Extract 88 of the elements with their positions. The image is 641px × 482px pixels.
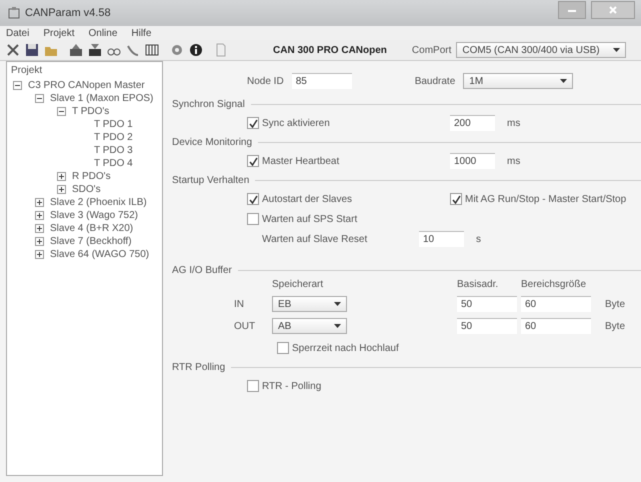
expander[interactable] [35,211,44,220]
unit-label: Byte [605,320,626,332]
tree-item[interactable]: T PDO 4 [94,158,133,169]
interval-field[interactable]: 1000 [450,153,495,169]
memory-type-dropdown[interactable]: EB [272,296,347,312]
tree-item[interactable]: Slave 1 (Maxon EPOS) [50,93,154,104]
area-size-field[interactable]: 60 [521,318,591,334]
expander[interactable] [35,224,44,233]
tree-item[interactable]: Slave 3 (Wago 752) [50,210,138,221]
section-title: Synchron Signal [172,98,245,110]
close-icon [608,5,618,15]
section-title: AG I/O Buffer [172,264,232,276]
reset-label: Warten auf Slave Reset [262,234,368,244]
info-icon[interactable] [189,43,203,57]
unit-label: ms [507,118,520,128]
caret-icon [334,324,341,328]
tree-item[interactable]: T PDO 1 [94,119,133,130]
memory-type-dropdown[interactable]: AB [272,318,347,334]
tree-item[interactable]: T PDO 3 [94,145,133,156]
download-icon[interactable] [88,43,102,57]
tree-item[interactable]: R PDO's [72,171,111,182]
unit-label: ms [507,156,520,166]
reset-field[interactable]: 10 [419,231,464,247]
section-title: Device Monitoring [172,136,252,148]
expander[interactable] [35,94,44,103]
tree-item[interactable]: T PDO 2 [94,132,133,143]
area-size-field[interactable]: 60 [521,296,591,312]
tree-item[interactable]: Slave 7 (Beckhoff) [50,236,132,247]
comport-dropdown[interactable]: COM5 (CAN 300/400 via USB) [456,42,626,58]
interval-field[interactable]: 200 [450,115,495,131]
tree-item[interactable]: Slave 64 (WAGO 750) [50,249,150,260]
caret-icon [613,48,620,52]
unit-label: Byte [605,298,626,310]
tree-item[interactable]: C3 PRO CANopen Master [28,80,145,91]
checkmark-icon [248,118,258,128]
unit-label: s [476,234,481,244]
expander[interactable] [57,172,66,181]
baudrate-label: Baudrate [414,76,456,86]
base-address-field[interactable]: 50 [457,296,517,312]
checkmark-icon [248,156,258,166]
menu-item[interactable]: Online [88,28,118,38]
menu-item[interactable]: Datei [6,28,30,38]
app-icon [8,7,20,19]
row-label: OUT [233,320,256,332]
menu-item[interactable]: Projekt [43,28,74,38]
device-name: CAN 300 PRO CANopen [273,44,387,56]
checkbox[interactable]: Sperrzeit nach Hochlauf [277,342,399,354]
column-header: Basisadr. [457,279,500,290]
expander[interactable] [57,107,66,116]
minimize-button[interactable] [558,1,586,19]
column-header: Bereichsgröße [521,279,588,290]
save-icon[interactable] [25,43,39,57]
upload-icon[interactable] [69,43,83,57]
tree-item[interactable]: Slave 4 (B+R X20) [50,223,134,234]
tree-header: Projekt [10,64,44,78]
checkmark-icon [452,194,460,204]
checkbox[interactable]: Warten auf SPS Start [247,213,358,225]
menu-item[interactable]: Hilfe [131,28,152,38]
checkbox[interactable]: Sync aktivieren [247,117,442,129]
section-title: RTR Polling [172,362,226,372]
tree-item[interactable]: Slave 2 (Phoenix ILB) [50,197,147,208]
tree-item[interactable]: T PDO's [72,106,110,117]
comport-label: ComPort [412,44,452,56]
checkbox[interactable]: RTR - Polling [247,380,322,392]
expander[interactable] [35,250,44,259]
row-label: IN [233,298,245,310]
node-id-field[interactable]: 85 [292,73,352,89]
caret-icon [334,302,341,306]
checkbox[interactable]: Master Heartbeat [247,155,442,167]
baudrate-dropdown[interactable]: 1M [463,73,574,89]
node-id-label: Node ID [247,76,284,86]
expander[interactable] [57,185,66,194]
close-button[interactable] [591,1,635,19]
tree-item[interactable]: SDO's [72,184,101,195]
window-title: CANParam v4.58 [25,7,111,19]
checkmark-icon [248,194,258,204]
column-header: Speicherart [272,279,324,290]
caret-icon [560,79,568,83]
checkbox[interactable]: Mit AG Run/Stop - Master Start/Stop [450,193,626,205]
settings-icon[interactable] [170,43,184,57]
expander[interactable] [35,198,44,207]
table-icon[interactable] [145,43,159,57]
base-address-field[interactable]: 50 [457,318,517,334]
section-title: Startup Verhalten [172,174,250,186]
minimize-icon [567,7,577,13]
checkbox[interactable]: Autostart der Slaves [247,193,442,205]
expander[interactable] [13,81,22,90]
expander[interactable] [35,237,44,246]
